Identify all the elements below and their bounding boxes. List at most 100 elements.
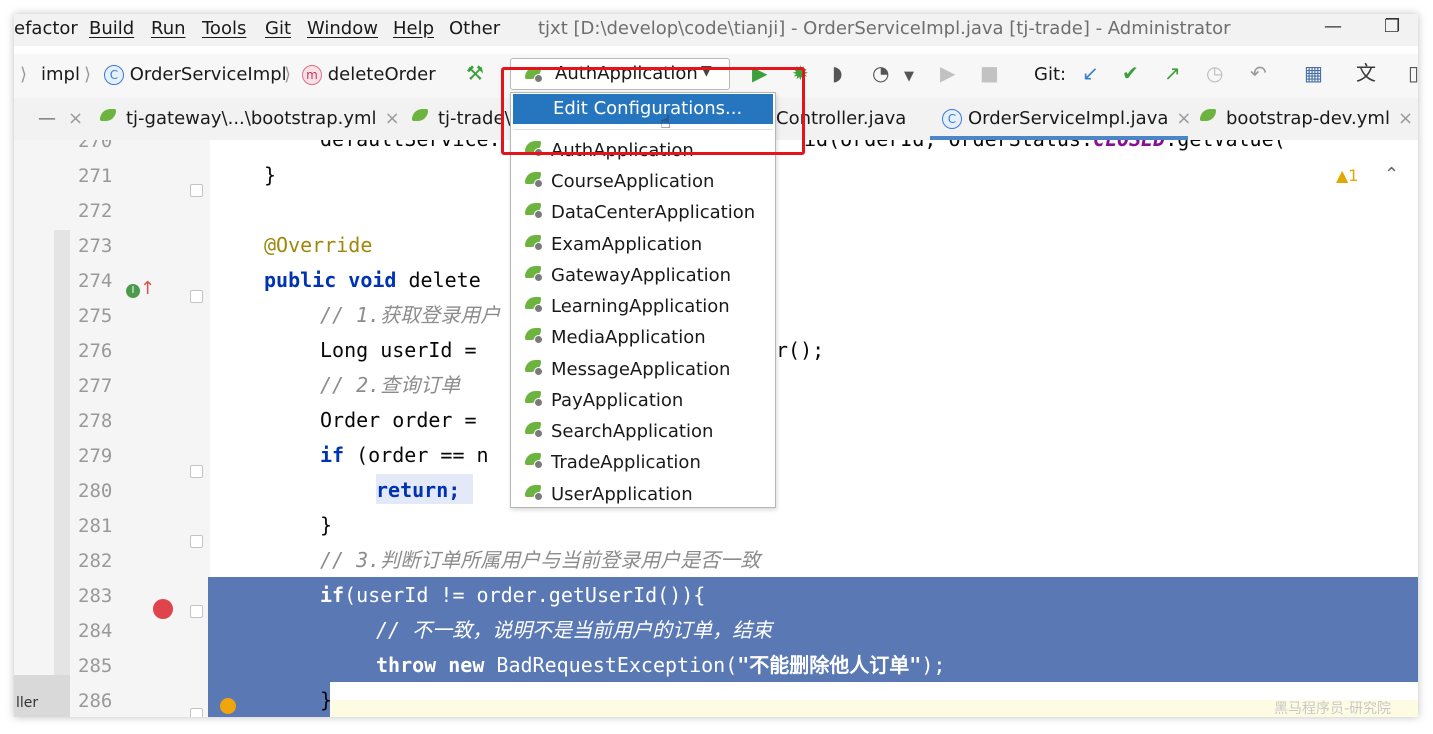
menu-run[interactable]: Run bbox=[151, 18, 186, 39]
line-number: 280 bbox=[78, 480, 113, 502]
line-number: 279 bbox=[78, 445, 113, 467]
menu-refactor[interactable]: efactor bbox=[14, 18, 78, 39]
tab-order-service-impl[interactable]: C OrderServiceImpl.java × bbox=[942, 108, 1191, 129]
tab-trade[interactable]: tj-trade\ bbox=[412, 108, 511, 129]
translate-icon[interactable]: 文 bbox=[1356, 62, 1376, 84]
config-item-exam[interactable]: ExamApplication bbox=[525, 234, 702, 255]
chevron-down-icon[interactable]: ▼ bbox=[904, 66, 914, 88]
close-icon[interactable]: × bbox=[68, 108, 83, 129]
implementation-icon[interactable]: I bbox=[126, 284, 140, 298]
resume-icon[interactable]: ▶ bbox=[940, 62, 955, 84]
code-line: @Override bbox=[264, 233, 373, 257]
line-number: 275 bbox=[78, 305, 113, 327]
spring-boot-icon bbox=[525, 203, 543, 219]
minimize-icon[interactable]: — bbox=[1324, 16, 1342, 37]
breadcrumb-class-label: OrderServiceImpl bbox=[129, 64, 287, 85]
chevron-up-icon[interactable]: ⌃ bbox=[1384, 164, 1399, 185]
close-icon[interactable]: × bbox=[1176, 108, 1191, 129]
fold-marker-icon[interactable] bbox=[190, 184, 203, 197]
line-number: 272 bbox=[78, 200, 113, 222]
code-line: Long userId = bbox=[320, 338, 477, 362]
tool-window-label: ller bbox=[16, 695, 39, 711]
git-push-icon[interactable]: ↗ bbox=[1164, 62, 1181, 84]
annotation-highlight-box bbox=[501, 67, 805, 155]
menu-build[interactable]: Build bbox=[89, 18, 134, 39]
menu-other[interactable]: Other bbox=[449, 18, 500, 39]
menu-tools[interactable]: Tools bbox=[202, 18, 246, 39]
fold-marker-icon[interactable] bbox=[190, 708, 203, 717]
spring-boot-icon bbox=[525, 360, 543, 376]
window-title: tjxt [D:\develop\code\tianji] - OrderSer… bbox=[538, 18, 1231, 39]
config-item-user[interactable]: UserApplication bbox=[525, 484, 693, 505]
spring-leaf-icon bbox=[100, 109, 118, 125]
restore-icon[interactable]: ❐ bbox=[1384, 16, 1400, 37]
code-line: // 1.获取登录用户 bbox=[320, 303, 501, 327]
history-icon[interactable]: ◷ bbox=[1206, 62, 1223, 84]
fold-marker-icon[interactable] bbox=[190, 465, 203, 478]
class-icon: C bbox=[942, 109, 962, 129]
fold-marker-icon[interactable] bbox=[190, 535, 203, 548]
code-line: throw new BadRequestException("不能删除他人订单"… bbox=[376, 653, 946, 677]
code-line: r(); bbox=[776, 338, 825, 362]
line-number: 281 bbox=[78, 515, 113, 537]
spring-boot-icon bbox=[525, 453, 543, 469]
breadcrumb-impl[interactable]: impl bbox=[41, 64, 80, 85]
method-icon: m bbox=[302, 65, 322, 85]
current-line-highlight bbox=[330, 700, 1418, 717]
config-item-media[interactable]: MediaApplication bbox=[525, 327, 706, 348]
line-number: 276 bbox=[78, 340, 113, 362]
stop-icon[interactable]: ■ bbox=[980, 62, 999, 84]
code-line: defaultService. bbox=[320, 140, 501, 154]
config-item-pay[interactable]: PayApplication bbox=[525, 390, 683, 411]
config-label: GatewayApplication bbox=[551, 265, 732, 286]
breadcrumb-method[interactable]: m deleteOrder bbox=[302, 64, 436, 85]
lightbulb-icon[interactable] bbox=[220, 698, 236, 714]
class-icon: C bbox=[104, 65, 124, 85]
tab-gateway-bootstrap[interactable]: tj-gateway\...\bootstrap.yml × bbox=[100, 108, 400, 129]
config-item-message[interactable]: MessageApplication bbox=[525, 359, 730, 380]
rollback-icon[interactable]: ↶ bbox=[1250, 62, 1267, 84]
tool-window-bottom: ller bbox=[14, 675, 70, 717]
git-commit-icon[interactable]: ✔ bbox=[1122, 62, 1139, 84]
build-hammer-icon[interactable]: ⚒ bbox=[466, 62, 484, 84]
config-item-course[interactable]: CourseApplication bbox=[525, 171, 714, 192]
line-number: 282 bbox=[78, 550, 113, 572]
config-item-trade[interactable]: TradeApplication bbox=[525, 452, 701, 473]
menu-window[interactable]: Window bbox=[307, 18, 378, 39]
coverage-icon[interactable]: ◗ bbox=[832, 62, 843, 84]
breadcrumb-class[interactable]: C OrderServiceImpl bbox=[104, 64, 287, 85]
menu-help[interactable]: Help bbox=[393, 18, 434, 39]
spring-boot-icon bbox=[525, 172, 543, 188]
menu-git[interactable]: Git bbox=[265, 18, 291, 39]
sidebar-toggle-icon[interactable]: ▯ bbox=[1408, 62, 1418, 84]
project-structure-icon[interactable]: ▦ bbox=[1304, 62, 1323, 84]
config-item-learning[interactable]: LearningApplication bbox=[525, 296, 730, 317]
config-item-gateway[interactable]: GatewayApplication bbox=[525, 265, 731, 286]
ide-window: efactor Build Run Tools Git Window Help … bbox=[14, 14, 1418, 717]
profiler-icon[interactable]: ◔ bbox=[872, 62, 889, 84]
config-label: MediaApplication bbox=[551, 327, 706, 348]
override-arrow-icon[interactable]: ↑ bbox=[140, 278, 155, 299]
config-label: DataCenterApplication bbox=[551, 202, 756, 223]
breadcrumb-method-label: deleteOrder bbox=[327, 64, 436, 85]
close-icon[interactable]: × bbox=[385, 108, 400, 129]
collapse-icon[interactable]: — bbox=[38, 108, 56, 129]
fold-marker-icon[interactable] bbox=[190, 605, 203, 618]
config-label: UserApplication bbox=[551, 484, 693, 505]
config-item-search[interactable]: SearchApplication bbox=[525, 421, 713, 442]
tab-bootstrap-dev[interactable]: bootstrap-dev.yml × bbox=[1200, 108, 1413, 129]
git-update-icon[interactable]: ↙ bbox=[1082, 62, 1099, 84]
warning-indicator[interactable]: ▲1 bbox=[1336, 166, 1358, 185]
code-line: } bbox=[264, 163, 277, 187]
breakpoint-icon[interactable] bbox=[153, 599, 173, 619]
line-number: 277 bbox=[78, 375, 113, 397]
config-item-datacenter[interactable]: DataCenterApplication bbox=[525, 202, 755, 223]
spring-leaf-icon bbox=[1200, 109, 1218, 125]
code-line: return; bbox=[376, 478, 461, 502]
line-number: 286 bbox=[78, 690, 113, 712]
config-label: CourseApplication bbox=[551, 171, 715, 192]
close-icon[interactable]: × bbox=[1398, 108, 1413, 129]
git-label: Git: bbox=[1034, 64, 1067, 85]
fold-marker-icon[interactable] bbox=[190, 290, 203, 303]
line-number: 285 bbox=[78, 655, 113, 677]
